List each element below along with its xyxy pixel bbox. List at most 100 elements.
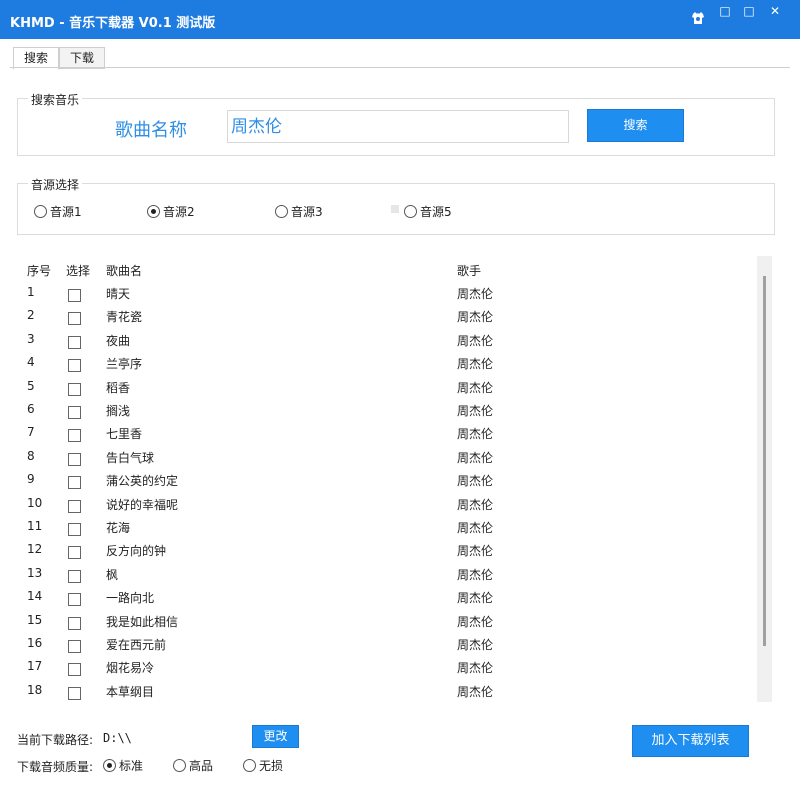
table-row: 12 反方向的钟 周杰伦 — [17, 542, 757, 565]
table-row: 4 兰亭序 周杰伦 — [17, 355, 757, 378]
radio-circle-icon — [275, 205, 288, 218]
row-singer: 周杰伦 — [457, 544, 494, 559]
header-select: 选择 — [66, 264, 91, 278]
table-row: 14 一路向北 周杰伦 — [17, 589, 757, 612]
row-checkbox[interactable] — [68, 499, 81, 513]
radio-circle-icon — [147, 205, 160, 218]
row-song: 兰亭序 — [106, 357, 143, 372]
source-2-label: 音源2 — [163, 205, 195, 219]
quality-standard-radio[interactable]: 标准 — [103, 757, 143, 774]
row-song: 七里香 — [106, 427, 143, 442]
table-row: 13 枫 周杰伦 — [17, 566, 757, 589]
row-singer: 周杰伦 — [457, 357, 494, 372]
path-label: 当前下载路径: — [17, 733, 94, 747]
row-no: 14 — [27, 589, 43, 604]
search-input[interactable]: 周杰伦 — [227, 110, 569, 143]
radio-circle-icon — [103, 759, 116, 772]
row-singer: 周杰伦 — [457, 521, 494, 535]
source-3-label: 音源3 — [291, 205, 323, 219]
table-row: 3 夜曲 周杰伦 — [17, 332, 757, 355]
row-checkbox[interactable] — [68, 523, 81, 536]
table-row: 9 蒲公英的约定 周杰伦 — [17, 472, 757, 495]
skin-shirt-icon[interactable] — [690, 10, 706, 26]
row-song: 反方向的钟 — [106, 544, 167, 559]
source-5-radio[interactable]: 音源5 — [404, 203, 452, 220]
source-1-radio[interactable]: 音源1 — [34, 203, 82, 220]
row-no: 18 — [27, 682, 43, 697]
row-checkbox[interactable] — [68, 640, 81, 653]
path-value: D:\\ — [103, 731, 132, 745]
row-checkbox[interactable] — [68, 686, 81, 700]
row-song: 我是如此相信 — [106, 614, 179, 629]
song-list: 序号 选择 歌曲名 歌手 1 晴天 周杰伦 2 青花瓷 周杰伦 3 夜曲 周杰伦 4 兰亭序 周杰伦 5… — [17, 256, 772, 702]
table-row: 1 晴天 周杰伦 — [17, 285, 757, 308]
row-checkbox[interactable] — [68, 359, 81, 373]
row-checkbox[interactable] — [68, 335, 81, 349]
row-singer: 周杰伦 — [457, 380, 494, 395]
title-bar: KHMD - 音乐下载器 V0.1 测试版 □ □ ✕ — [0, 0, 800, 39]
source-2-radio[interactable]: 音源2 — [147, 203, 195, 220]
table-row: 17 烟花易冷 周杰伦 — [17, 659, 757, 682]
quality-label: 下载音频质量: — [17, 760, 94, 774]
quality-standard-label: 标准 — [119, 759, 144, 773]
add-to-download-button[interactable]: 加入下载列表 — [632, 725, 749, 757]
row-checkbox[interactable] — [68, 429, 81, 443]
row-checkbox[interactable] — [68, 593, 81, 607]
row-singer: 周杰伦 — [457, 591, 494, 606]
row-song: 蒲公英的约定 — [106, 474, 179, 489]
table-row: 10 说好的幸福呢 周杰伦 — [17, 496, 757, 519]
row-checkbox[interactable] — [68, 289, 81, 302]
source-3-radio[interactable]: 音源3 — [275, 203, 323, 220]
row-no: 2 — [27, 308, 35, 323]
scrollbar-thumb[interactable] — [763, 276, 766, 646]
radio-circle-icon — [173, 759, 186, 772]
row-checkbox[interactable] — [68, 616, 81, 630]
row-song: 青花瓷 — [106, 310, 143, 325]
row-no: 3 — [27, 331, 35, 346]
row-checkbox[interactable] — [68, 569, 81, 583]
search-group-title: 搜索音乐 — [28, 91, 83, 108]
row-checkbox[interactable] — [68, 382, 81, 396]
row-checkbox[interactable] — [68, 663, 81, 677]
table-row: 7 七里香 周杰伦 — [17, 425, 757, 448]
row-song: 本草纲目 — [106, 684, 155, 699]
search-button[interactable]: 搜索 — [587, 109, 684, 142]
maximize-icon[interactable]: □ — [740, 3, 758, 20]
row-song: 搁浅 — [106, 404, 131, 418]
row-no: 11 — [27, 519, 43, 533]
row-checkbox[interactable] — [68, 476, 81, 490]
header-singer: 歌手 — [457, 264, 482, 278]
row-song: 说好的幸福呢 — [106, 497, 179, 512]
row-checkbox[interactable] — [68, 406, 81, 419]
row-singer: 周杰伦 — [457, 638, 494, 652]
table-row: 5 稻香 周杰伦 — [17, 379, 757, 402]
row-singer: 周杰伦 — [457, 567, 494, 582]
tab-download[interactable]: 下载 — [59, 47, 105, 69]
row-song: 枫 — [106, 567, 119, 582]
quality-high-radio[interactable]: 高品 — [173, 757, 213, 774]
quality-lossless-label: 无损 — [259, 759, 284, 773]
close-icon[interactable]: ✕ — [766, 3, 784, 20]
row-no: 16 — [27, 636, 43, 650]
list-scrollbar[interactable] — [757, 256, 772, 702]
row-singer: 周杰伦 — [457, 684, 494, 699]
table-row: 6 搁浅 周杰伦 — [17, 402, 757, 425]
row-song: 晴天 — [106, 287, 131, 301]
header-song: 歌曲名 — [106, 264, 143, 278]
row-no: 5 — [27, 378, 35, 393]
row-no: 8 — [27, 448, 35, 463]
table-row: 8 告白气球 周杰伦 — [17, 449, 757, 472]
list-header: 序号 选择 歌曲名 歌手 — [17, 262, 757, 285]
minimize-icon[interactable]: □ — [716, 3, 734, 20]
row-no: 10 — [27, 495, 43, 510]
quality-lossless-radio[interactable]: 无损 — [243, 757, 283, 774]
row-checkbox[interactable] — [68, 312, 81, 326]
row-no: 9 — [27, 472, 35, 487]
row-song: 爱在西元前 — [106, 638, 167, 652]
row-no: 6 — [27, 402, 35, 416]
row-checkbox[interactable] — [68, 452, 81, 466]
row-checkbox[interactable] — [68, 546, 81, 560]
change-path-button[interactable]: 更改 — [252, 725, 299, 748]
source-group-title: 音源选择 — [28, 176, 83, 193]
placeholder-square — [391, 205, 399, 213]
